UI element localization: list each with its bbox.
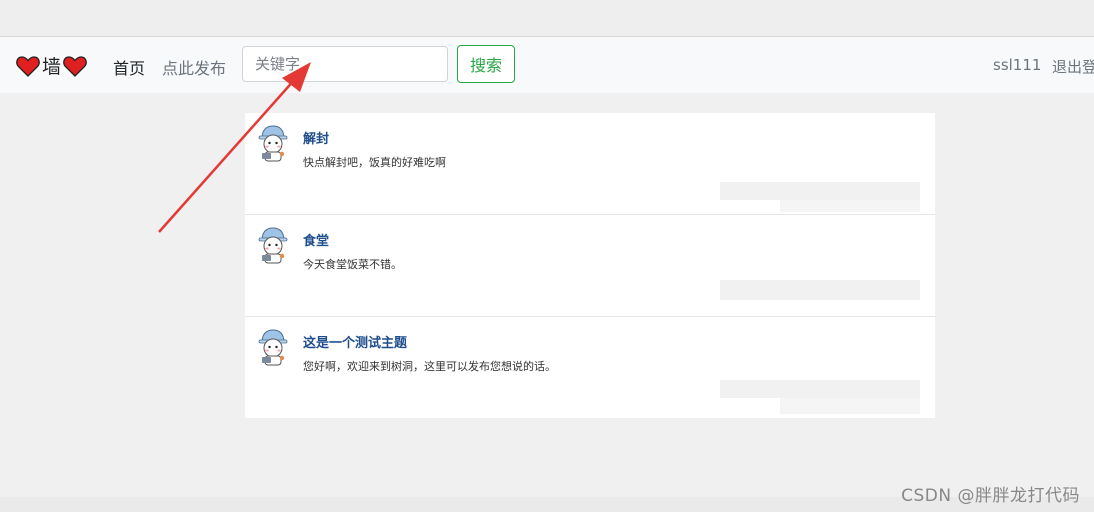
- redaction-block: [720, 380, 920, 398]
- brand-label: 墙: [42, 56, 62, 78]
- browser-top-strip: [0, 0, 1094, 37]
- post-title[interactable]: 食堂: [303, 230, 329, 249]
- redaction-block: [780, 398, 920, 414]
- post-list: 解封 快点解封吧，饭真的好难吃啊 食堂 今天食堂饭菜不错。 这是一个测试主题 您…: [245, 113, 935, 418]
- avatar-icon: [258, 227, 288, 264]
- redaction-block: [720, 280, 920, 300]
- avatar-icon: [258, 125, 288, 162]
- list-item[interactable]: 食堂 今天食堂饭菜不错。: [245, 215, 935, 317]
- heart-icon: [16, 55, 40, 77]
- avatar-icon: [258, 329, 288, 366]
- logout-link[interactable]: 退出登录: [1052, 56, 1094, 77]
- watermark: CSDN @胖胖龙打代码: [901, 486, 1080, 506]
- post-body: 今天食堂饭菜不错。: [303, 258, 402, 271]
- brand[interactable]: 墙: [16, 52, 87, 79]
- nav-post-link[interactable]: 点此发布: [162, 55, 226, 79]
- page: 墙 首页 点此发布 搜索 ssl111 退出登录: [0, 0, 1094, 512]
- search-button[interactable]: 搜索: [457, 45, 515, 83]
- post-body: 快点解封吧，饭真的好难吃啊: [303, 156, 446, 169]
- post-title[interactable]: 这是一个测试主题: [303, 332, 407, 351]
- post-body: 您好啊，欢迎来到树洞，这里可以发布您想说的话。: [303, 360, 556, 373]
- redaction-block: [720, 182, 920, 200]
- username-link[interactable]: ssl111: [993, 56, 1041, 74]
- nav-home-link[interactable]: 首页: [113, 55, 145, 79]
- heart-icon: [63, 55, 87, 77]
- navbar: 墙 首页 点此发布 搜索 ssl111 退出登录: [0, 37, 1094, 93]
- search-input[interactable]: [242, 46, 448, 82]
- redaction-block: [780, 200, 920, 212]
- post-title[interactable]: 解封: [303, 128, 329, 147]
